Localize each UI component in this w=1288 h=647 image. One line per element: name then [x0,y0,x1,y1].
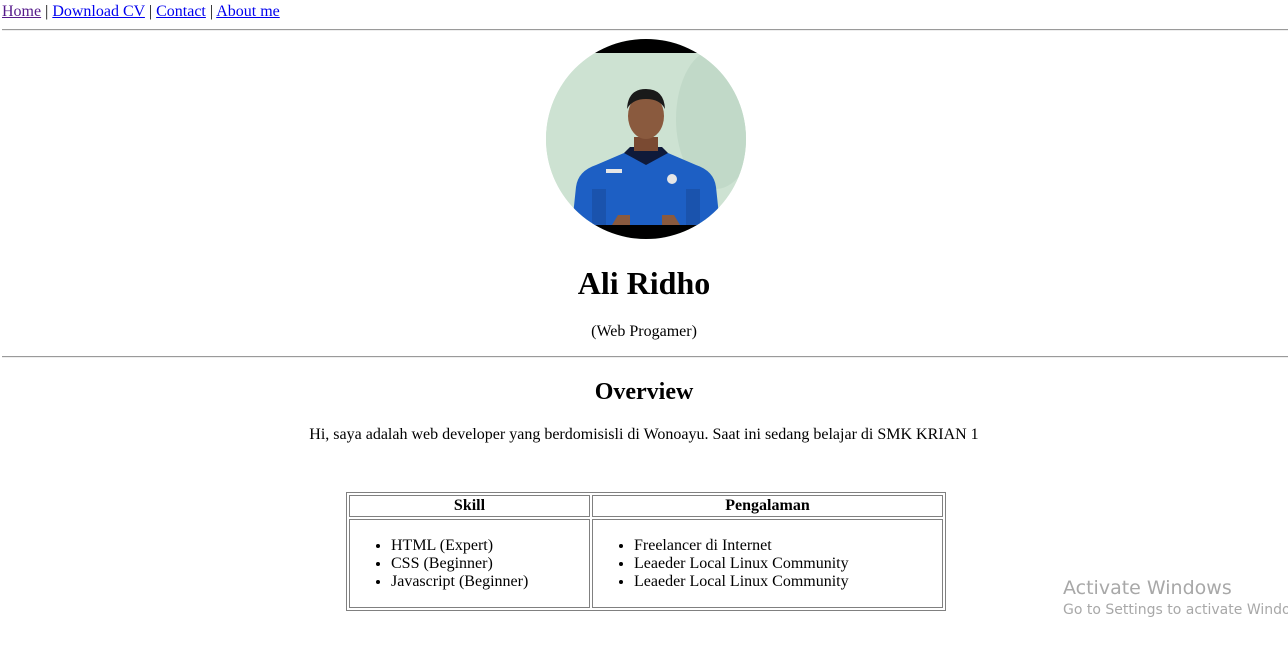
table-row: HTML (Expert) CSS (Beginner) Javascript … [349,519,943,608]
skill-header: Skill [349,495,590,517]
watermark-subtitle: Go to Settings to activate Windows. [1063,602,1288,618]
nav-link-home[interactable]: Home [2,3,41,20]
list-item: Javascript (Beginner) [391,573,588,591]
skill-list: HTML (Expert) CSS (Beginner) Javascript … [351,537,588,591]
table-header-row: Skill Pengalaman [349,495,943,517]
nav-link-download-cv[interactable]: Download CV [52,3,145,20]
nav-link-contact[interactable]: Contact [156,3,206,20]
nav-separator: | [45,3,49,20]
profile-role: (Web Progamer) [591,323,697,340]
skills-experience-table: Skill Pengalaman HTML (Expert) CSS (Begi… [346,492,946,611]
list-item: Leaeder Local Linux Community [634,555,941,573]
experience-list: Freelancer di Internet Leaeder Local Lin… [594,537,941,591]
top-divider [2,29,1288,31]
watermark-title: Activate Windows [1063,577,1232,599]
section-divider [2,356,1288,358]
activate-windows-watermark: Activate Windows Go to Settings to activ… [1063,576,1288,620]
top-nav: Home | Download CV | Contact | About me [2,3,280,21]
nav-link-about-me[interactable]: About me [216,3,280,20]
page: Home | Download CV | Contact | About me [0,0,1288,647]
list-item: CSS (Beginner) [391,555,588,573]
nav-separator: | [148,3,153,20]
list-item: Leaeder Local Linux Community [634,573,941,591]
nav-separator: | [209,3,214,20]
experience-header: Pengalaman [592,495,943,517]
experience-cell: Freelancer di Internet Leaeder Local Lin… [592,519,943,608]
avatar [546,39,746,239]
profile-name: Ali Ridho [577,265,711,301]
list-item: Freelancer di Internet [634,537,941,555]
profile-photo [546,39,746,239]
overview-text: Hi, saya adalah web developer yang berdo… [309,426,979,443]
skill-cell: HTML (Expert) CSS (Beginner) Javascript … [349,519,590,608]
overview-heading: Overview [594,379,694,405]
list-item: HTML (Expert) [391,537,588,555]
